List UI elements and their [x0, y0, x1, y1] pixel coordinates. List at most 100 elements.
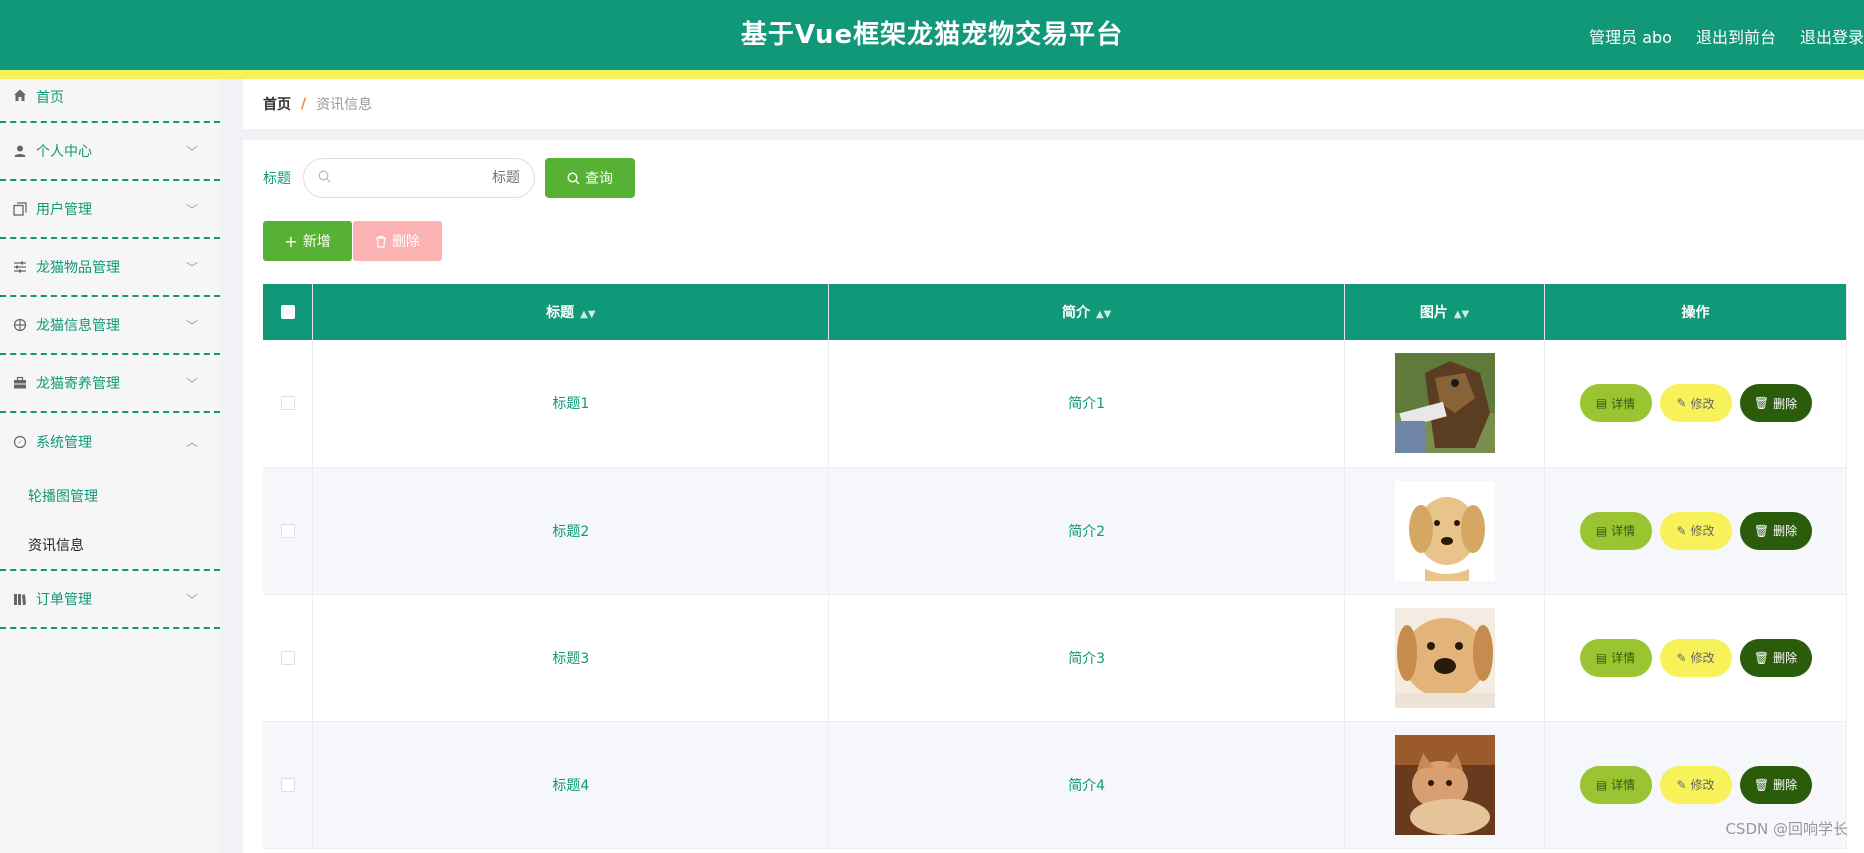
column-header-intro[interactable]: 简介 ▲▼	[828, 284, 1346, 340]
detail-button[interactable]: ▤ 详情	[1579, 638, 1652, 677]
sidebar-item-label: 龙猫寄养管理	[36, 376, 120, 392]
pet-image	[1394, 480, 1495, 581]
chevron-up-icon: ︿	[185, 435, 198, 449]
sort-icon[interactable]: ▲▼	[1454, 309, 1469, 320]
delete-button[interactable]: 🗑 删除	[1739, 384, 1812, 423]
search-box[interactable]	[303, 158, 535, 198]
document-icon: ▤	[1595, 650, 1608, 665]
add-button[interactable]: + 新增	[263, 221, 352, 261]
cell-image	[1344, 340, 1545, 468]
sidebar-item-users[interactable]: 用户管理 ﹀	[0, 181, 220, 239]
pet-image	[1394, 734, 1495, 835]
edit-button[interactable]: ✎ 修改	[1659, 765, 1732, 804]
row-checkbox[interactable]	[280, 777, 295, 792]
table-row: 标题3 简介3 ▤ 详情 ✎ 修改 🗑 删除	[263, 594, 1847, 722]
trash-icon: 🗑	[1753, 523, 1770, 538]
trash-icon: 🗑	[1753, 396, 1770, 411]
sidebar-subitem-carousel[interactable]: 轮播图管理	[0, 471, 220, 521]
chevron-down-icon: ﹀	[185, 203, 198, 217]
detail-button[interactable]: ▤ 详情	[1579, 511, 1652, 550]
cell-intro: 简介3	[828, 594, 1346, 722]
delete-button[interactable]: 🗑 删除	[1739, 638, 1812, 677]
toolbar: + 新增 删除	[263, 221, 442, 261]
sidebar-subitem-news[interactable]: 资讯信息	[0, 521, 220, 571]
select-all-checkbox[interactable]	[280, 305, 295, 319]
cell-image	[1344, 467, 1545, 595]
pencil-icon: ✎	[1676, 396, 1687, 411]
cell-actions: ▤ 详情 ✎ 修改 🗑 删除	[1544, 594, 1847, 722]
sidebar-item-personal[interactable]: 个人中心 ﹀	[0, 123, 220, 181]
watermark: CSDN @回响学长	[1725, 820, 1848, 838]
pencil-icon: ✎	[1676, 777, 1687, 792]
query-button-label: 查询	[585, 171, 613, 187]
pencil-icon: ✎	[1676, 650, 1687, 665]
row-checkbox[interactable]	[280, 396, 295, 411]
column-header-actions: 操作	[1544, 284, 1847, 340]
cell-intro: 简介4	[828, 721, 1346, 849]
pet-image	[1394, 607, 1495, 708]
cell-title: 标题1	[312, 340, 830, 468]
breadcrumb-separator: /	[301, 96, 307, 112]
detail-button[interactable]: ▤ 详情	[1579, 765, 1652, 804]
edit-button[interactable]: ✎ 修改	[1659, 638, 1732, 677]
document-icon: ▤	[1595, 777, 1608, 792]
sort-icon[interactable]: ▲▼	[1096, 309, 1111, 320]
cell-title: 标题2	[312, 467, 830, 595]
trash-icon	[375, 235, 387, 248]
edit-button[interactable]: ✎ 修改	[1659, 384, 1732, 423]
row-checkbox[interactable]	[280, 650, 295, 665]
sidebar-item-chinchilla-info[interactable]: 龙猫信息管理 ﹀	[0, 297, 220, 355]
delete-button[interactable]: 🗑 删除	[1739, 765, 1812, 804]
home-icon	[12, 87, 28, 103]
sidebar-item-label: 订单管理	[36, 592, 92, 608]
cell-intro: 简介2	[828, 467, 1346, 595]
breadcrumb-home[interactable]: 首页	[263, 94, 291, 114]
app-title: 基于Vue框架龙猫宠物交易平台	[740, 20, 1124, 50]
sort-icon[interactable]: ▲▼	[580, 309, 595, 320]
sidebar-item-label: 用户管理	[36, 202, 92, 218]
cell-actions: ▤ 详情 ✎ 修改 🗑 删除	[1544, 467, 1847, 595]
chevron-down-icon: ﹀	[185, 377, 198, 391]
table-header-row: 标题 ▲▼ 简介 ▲▼ 图片 ▲▼ 操作	[263, 284, 1847, 340]
batch-delete-button[interactable]: 删除	[353, 221, 442, 261]
admin-user-label[interactable]: 管理员 abo	[1589, 24, 1672, 48]
user-icon	[12, 143, 28, 159]
search-input[interactable]	[331, 170, 520, 186]
sidebar-item-goods[interactable]: 龙猫物品管理 ﹀	[0, 239, 220, 297]
cell-title: 标题4	[312, 721, 830, 849]
sidebar-item-system[interactable]: 系统管理 ︿	[0, 413, 220, 471]
news-table: 标题 ▲▼ 简介 ▲▼ 图片 ▲▼ 操作 标题1 简介1 ▤ 详情 ✎ 修改 🗑…	[263, 284, 1847, 849]
column-header-image[interactable]: 图片 ▲▼	[1344, 284, 1545, 340]
search-icon	[318, 170, 331, 187]
query-button[interactable]: 查询	[545, 158, 635, 198]
row-checkbox[interactable]	[280, 523, 295, 538]
detail-button[interactable]: ▤ 详情	[1579, 384, 1652, 423]
sidebar-item-home[interactable]: 首页	[0, 79, 220, 123]
edit-button[interactable]: ✎ 修改	[1659, 511, 1732, 550]
chevron-down-icon: ﹀	[185, 319, 198, 333]
breadcrumb: 首页 / 资讯信息	[243, 79, 1864, 129]
compass-icon	[12, 434, 28, 450]
table-row: 标题2 简介2 ▤ 详情 ✎ 修改 🗑 删除	[263, 467, 1847, 595]
table-row: 标题4 简介4 ▤ 详情 ✎ 修改 🗑 删除	[263, 721, 1847, 849]
select-all-cell[interactable]	[263, 284, 314, 340]
main-content: 首页 / 资讯信息 标题 查询 + 新增	[243, 79, 1864, 853]
document-icon: ▤	[1595, 523, 1608, 538]
table-row: 标题1 简介1 ▤ 详情 ✎ 修改 🗑 删除	[263, 340, 1847, 468]
crosshair-icon	[12, 317, 28, 333]
search-label: 标题	[263, 171, 291, 187]
search-row: 标题 查询	[263, 158, 635, 198]
chevron-down-icon: ﹀	[185, 261, 198, 275]
pet-image	[1394, 353, 1495, 454]
sidebar-item-orders[interactable]: 订单管理 ﹀	[0, 571, 220, 629]
sidebar-item-boarding[interactable]: 龙猫寄养管理 ﹀	[0, 355, 220, 413]
chevron-down-icon: ﹀	[185, 593, 198, 607]
search-icon	[567, 171, 580, 185]
sidebar-item-label: 个人中心	[36, 144, 92, 160]
exit-to-front-link[interactable]: 退出到前台	[1696, 24, 1776, 48]
cell-image	[1344, 721, 1545, 849]
logout-link[interactable]: 退出登录	[1800, 24, 1864, 48]
sidebar-item-label: 系统管理	[36, 435, 92, 451]
column-header-title[interactable]: 标题 ▲▼	[312, 284, 830, 340]
delete-button[interactable]: 🗑 删除	[1739, 511, 1812, 550]
